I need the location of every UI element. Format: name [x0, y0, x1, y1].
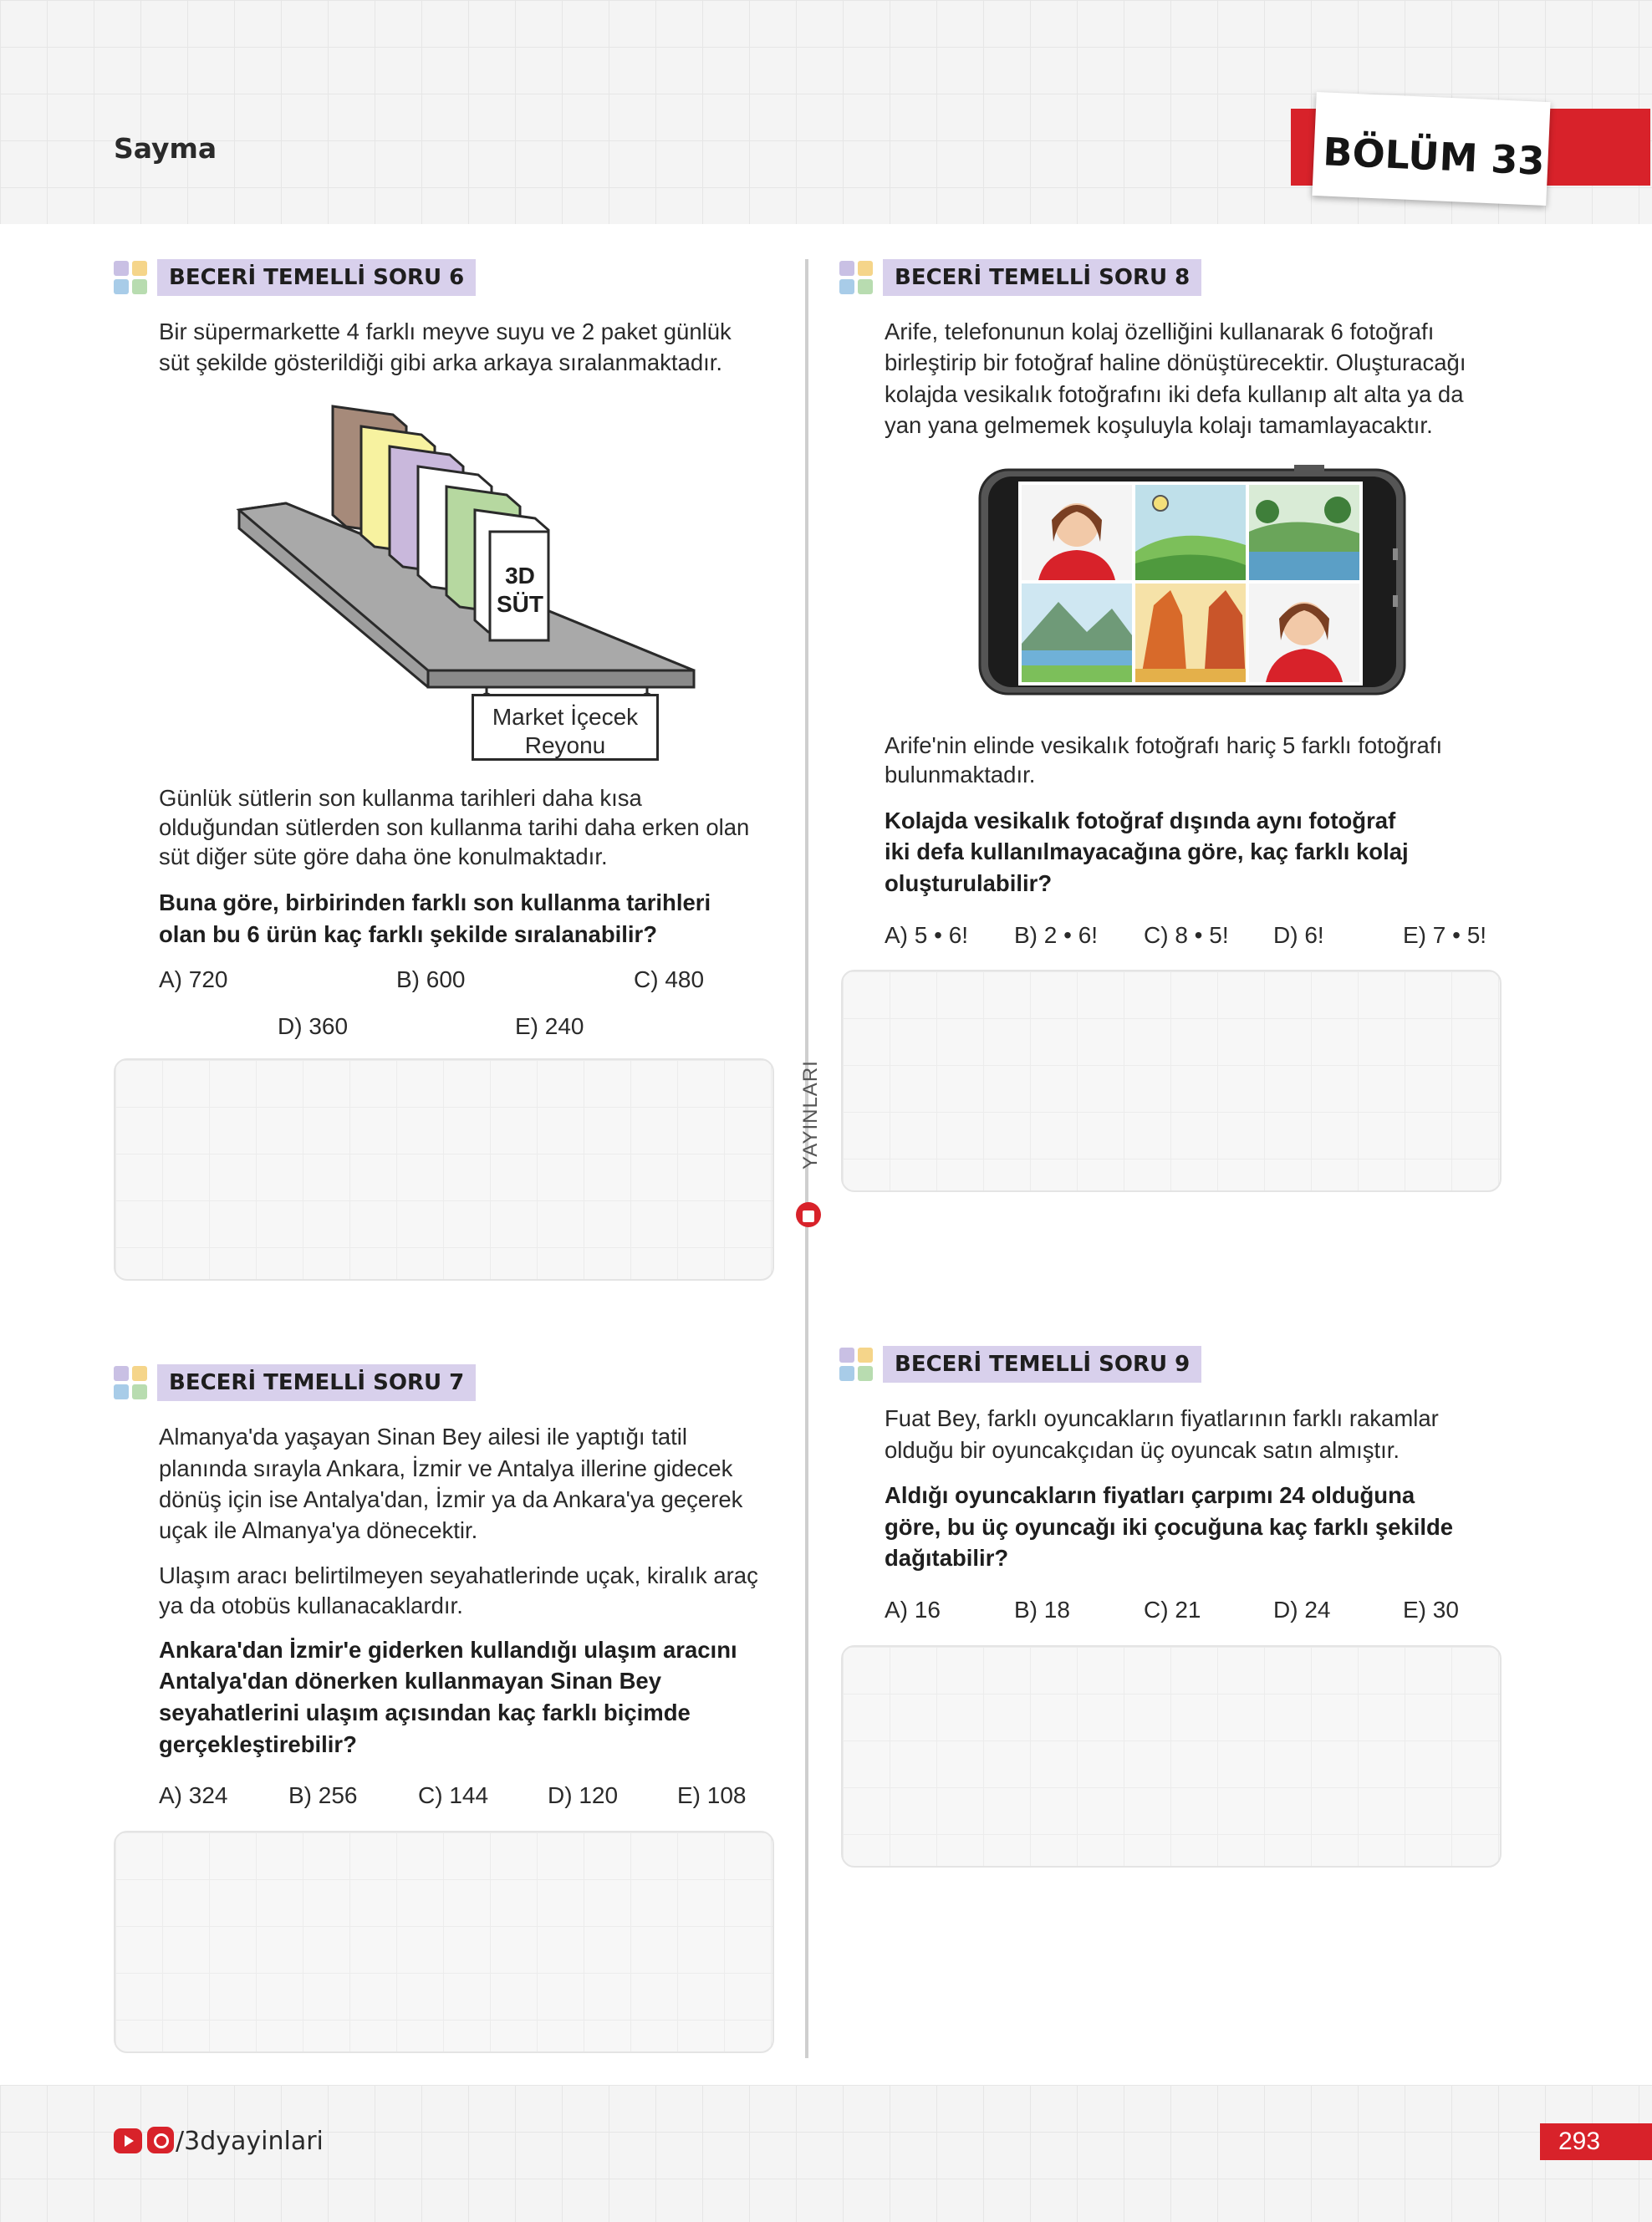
q7-text-line: uçak ile Almanya'ya dönecektir.	[159, 1517, 478, 1543]
q8-option-c[interactable]: C) 8 • 5!	[1144, 922, 1229, 949]
q7-text-line: Almanya'da yaşayan Sinan Bey ailesi ile …	[159, 1424, 687, 1450]
q7-text-line: ya da otobüs kullanacaklardır.	[159, 1593, 463, 1618]
shelf-sign-line: Reyonu	[524, 732, 606, 758]
shelf-sign-line: Market İçecek	[492, 704, 639, 730]
q6-label: BECERİ TEMELLİ SORU 6	[157, 259, 477, 296]
q9-option-c[interactable]: C) 21	[1144, 1597, 1201, 1623]
q8-intro-line: yan yana gelmemek koşuluyla kolajı tamam…	[885, 412, 1433, 438]
q8-question-line: oluşturulabilir?	[885, 870, 1053, 896]
q6-option-c[interactable]: C) 480	[634, 966, 704, 993]
q8-work-area[interactable]	[841, 970, 1502, 1192]
q7-question-line: Antalya'dan dönerken kullanmayan Sinan B…	[159, 1668, 662, 1694]
q9-question-line: göre, bu üç oyuncağı iki çocuğuna kaç fa…	[885, 1514, 1454, 1540]
q9-intro-line: olduğu bir oyuncakçıdan üç oyuncak satın…	[885, 1437, 1400, 1463]
q6-option-b[interactable]: B) 600	[396, 966, 466, 993]
page-number: 293	[1540, 2123, 1652, 2160]
q8-option-a[interactable]: A) 5 • 6!	[885, 922, 968, 949]
q9-question-line: Aldığı oyuncakların fiyatları çarpımı 24…	[885, 1482, 1415, 1508]
q7-text-line: dönüş için ise Antalya'dan, İzmir ya da …	[159, 1486, 743, 1512]
q7-question-line: gerçekleştirebilir?	[159, 1731, 357, 1757]
question-grid-icon	[839, 1348, 874, 1383]
q9-option-d[interactable]: D) 24	[1273, 1597, 1330, 1623]
q8-question-line: iki defa kullanılmayacağına göre, kaç fa…	[885, 838, 1409, 864]
q8-intro-line: kolajda vesikalık fotoğrafını iki defa k…	[885, 381, 1464, 407]
q9-option-e[interactable]: E) 30	[1403, 1597, 1459, 1623]
social-handle[interactable]: /3dyayinlari	[176, 2127, 324, 2156]
q8-question-line: Kolajda vesikalık fotoğraf dışında aynı …	[885, 808, 1396, 833]
question-grid-icon	[114, 261, 149, 296]
q6-intro-line: Bir süpermarkette 4 farklı meyve suyu ve…	[159, 319, 732, 344]
q6-question-line: Buna göre, birbirinden farklı son kullan…	[159, 889, 711, 915]
q7-label: BECERİ TEMELLİ SORU 7	[157, 1364, 477, 1401]
q7-question-line: Ankara'dan İzmir'e giderken kullandığı u…	[159, 1637, 737, 1663]
q8-body-line: bulunmaktadır.	[885, 762, 1036, 787]
question-grid-icon	[839, 261, 874, 296]
section-title: Sayma	[114, 132, 217, 165]
q8-body-line: Arife'nin elinde vesikalık fotoğrafı har…	[885, 732, 1443, 758]
q8-option-d[interactable]: D) 6!	[1273, 922, 1324, 949]
q7-work-area[interactable]	[114, 1831, 774, 2053]
q9-option-a[interactable]: A) 16	[885, 1597, 941, 1623]
publisher-logo-icon	[796, 1202, 821, 1227]
q6-body-line: olduğundan sütlerden son kullanma tarihi…	[159, 814, 750, 840]
q6-intro-line: süt şekilde gösterildiği gibi arka arkay…	[159, 349, 723, 375]
q7-question-line: seyahatlerini ulaşım açısından kaç farkl…	[159, 1700, 691, 1725]
publisher-label: YAYINLARI	[799, 1060, 822, 1170]
q8-label: BECERİ TEMELLİ SORU 8	[883, 259, 1202, 296]
youtube-icon[interactable]	[114, 2128, 142, 2153]
q9-work-area[interactable]	[841, 1645, 1502, 1868]
phone-collage-illustration	[978, 465, 1406, 696]
q8-option-b[interactable]: B) 2 • 6!	[1014, 922, 1098, 949]
q7-option-c[interactable]: C) 144	[418, 1782, 488, 1809]
q8-option-e[interactable]: E) 7 • 5!	[1403, 922, 1486, 949]
milk-box-label: SÜT	[497, 591, 543, 617]
q6-body-line: süt diğer süte göre daha öne konulmaktad…	[159, 843, 608, 869]
q9-question-line: dağıtabilir?	[885, 1545, 1009, 1571]
q6-question-line: olan bu 6 ürün kaç farklı şekilde sırala…	[159, 921, 658, 947]
question-grid-icon	[114, 1366, 149, 1401]
shelf-illustration: 3D SÜT	[236, 405, 696, 702]
q7-option-d[interactable]: D) 120	[548, 1782, 618, 1809]
q7-text-line: Ulaşım aracı belirtilmeyen seyahatlerind…	[159, 1562, 758, 1588]
q6-work-area[interactable]	[114, 1058, 774, 1281]
q6-option-a[interactable]: A) 720	[159, 966, 228, 993]
q9-option-b[interactable]: B) 18	[1014, 1597, 1070, 1623]
q7-text-line: planında sırayla Ankara, İzmir ve Antaly…	[159, 1455, 733, 1481]
q6-body-line: Günlük sütlerin son kullanma tarihleri d…	[159, 785, 642, 811]
milk-box-label: 3D	[505, 563, 535, 589]
q9-intro-line: Fuat Bey, farklı oyuncakların fiyatların…	[885, 1405, 1439, 1431]
shelf-sign: Market İçecek Reyonu	[472, 694, 659, 761]
q9-label: BECERİ TEMELLİ SORU 9	[883, 1346, 1202, 1383]
q7-option-b[interactable]: B) 256	[288, 1782, 358, 1809]
q6-option-e[interactable]: E) 240	[515, 1013, 584, 1040]
instagram-icon[interactable]	[147, 2127, 174, 2153]
q7-option-e[interactable]: E) 108	[677, 1782, 747, 1809]
q7-option-a[interactable]: A) 324	[159, 1782, 228, 1809]
q8-intro-line: birleştirip bir fotoğraf haline dönüştür…	[885, 349, 1466, 375]
q8-intro-line: Arife, telefonunun kolaj özelliğini kull…	[885, 319, 1435, 344]
q6-option-d[interactable]: D) 360	[278, 1013, 348, 1040]
